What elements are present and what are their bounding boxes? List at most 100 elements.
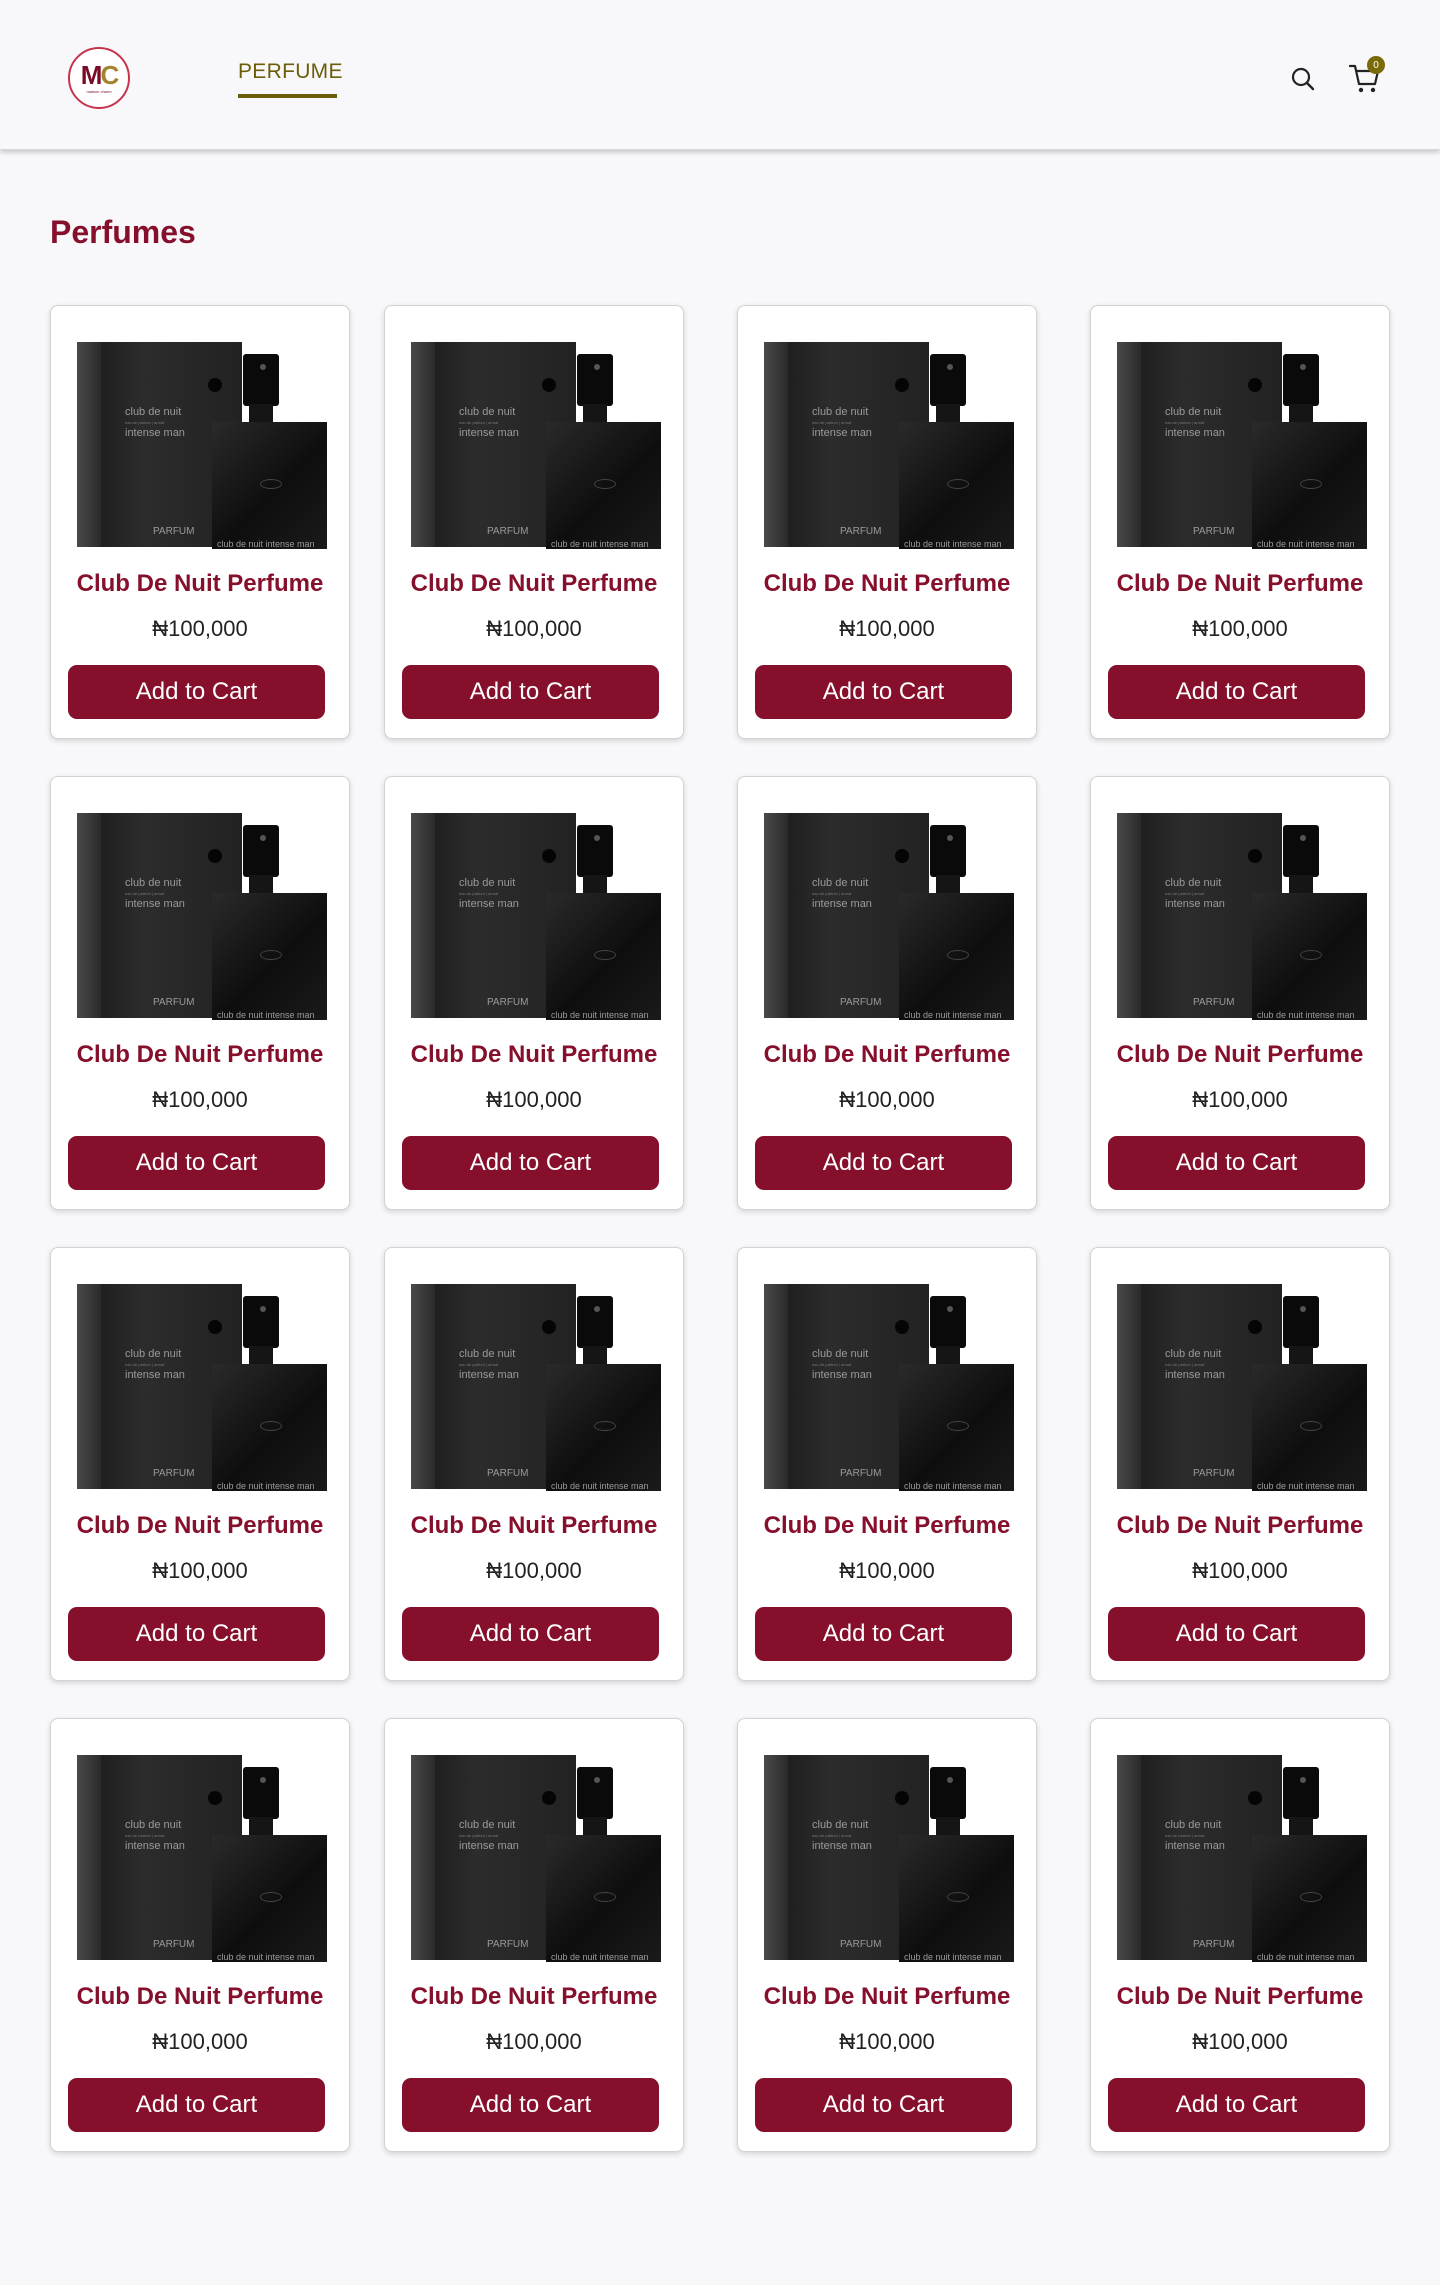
product-card[interactable]: club de nuit eau de parfum | armaf intense… [384,1718,684,2152]
add-to-cart-button[interactable]: Add to Cart [68,1136,325,1190]
product-cap-dot [260,835,266,841]
search-button[interactable] [1288,64,1318,94]
product-name[interactable]: Club De Nuit Perfume [1091,1041,1389,1069]
product-image[interactable]: club de nuit eau de parfum | armaf intense… [762,813,1014,1020]
add-to-cart-button[interactable]: Add to Cart [402,2078,659,2132]
add-to-cart-button[interactable]: Add to Cart [1108,1136,1365,1190]
product-card[interactable]: club de nuit eau de parfum | armaf intense… [50,776,350,1210]
product-card[interactable]: club de nuit eau de parfum | armaf intense… [50,305,350,739]
product-card[interactable]: club de nuit eau de parfum | armaf intense… [384,776,684,1210]
product-box-parfum: PARFUM [487,997,529,1008]
product-bottle-label: club de nuit intense man [904,1952,1002,1962]
product-card[interactable]: club de nuit eau de parfum | armaf intense… [50,1247,350,1681]
add-to-cart-button[interactable]: Add to Cart [402,1607,659,1661]
product-card[interactable]: club de nuit eau de parfum | armaf intense… [384,305,684,739]
product-card[interactable]: club de nuit eau de parfum | armaf intense… [737,1247,1037,1681]
product-name[interactable]: Club De Nuit Perfume [385,1983,683,2011]
product-bottle-label: club de nuit intense man [1257,1481,1355,1491]
product-box-edge [764,342,788,547]
product-price: ₦100,000 [486,1558,582,1583]
product-name[interactable]: Club De Nuit Perfume [51,1983,349,2011]
product-card[interactable]: club de nuit eau de parfum | armaf intense… [1090,1247,1390,1681]
add-to-cart-button[interactable]: Add to Cart [68,1607,325,1661]
add-to-cart-button[interactable]: Add to Cart [68,2078,325,2132]
product-bottle-neck [249,404,273,424]
product-name[interactable]: Club De Nuit Perfume [385,570,683,598]
product-box-variant: intense man [125,1840,185,1852]
product-card[interactable]: club de nuit eau de parfum | armaf intense… [737,1718,1037,2152]
product-image[interactable]: club de nuit eau de parfum | armaf intense… [409,1755,661,1962]
product-image[interactable]: club de nuit eau de parfum | armaf intense… [762,1755,1014,1962]
product-box-brand: club de nuit [812,406,869,418]
product-box-brand: club de nuit [125,877,182,889]
logo[interactable]: MC maison charm [68,47,130,109]
product-box-parfum: PARFUM [840,1468,882,1479]
add-to-cart-button[interactable]: Add to Cart [755,1607,1012,1661]
product-image[interactable]: club de nuit eau de parfum | armaf intense… [409,342,661,549]
product-box-brand: club de nuit [125,406,182,418]
product-bottle-cap [1283,1296,1319,1348]
product-bottle-cap [577,354,613,406]
product-card[interactable]: club de nuit eau de parfum | armaf intense… [737,776,1037,1210]
product-card[interactable]: club de nuit eau de parfum | armaf intense… [1090,305,1390,739]
product-image[interactable]: club de nuit eau de parfum | armaf intense… [409,813,661,1020]
product-cap-dot [1300,835,1306,841]
product-bottle-label: club de nuit intense man [904,539,1002,549]
product-card[interactable]: club de nuit eau de parfum | armaf intense… [737,305,1037,739]
add-to-cart-button[interactable]: Add to Cart [402,665,659,719]
add-to-cart-button[interactable]: Add to Cart [68,665,325,719]
product-name[interactable]: Club De Nuit Perfume [51,1041,349,1069]
product-image[interactable]: club de nuit eau de parfum | armaf intense… [1115,813,1367,1020]
product-name[interactable]: Club De Nuit Perfume [1091,1512,1389,1540]
product-image[interactable]: club de nuit eau de parfum | armaf intense… [762,342,1014,549]
product-bottle-neck [249,875,273,895]
product-image[interactable]: club de nuit eau de parfum | armaf intense… [1115,342,1367,549]
product-image[interactable]: club de nuit eau de parfum | armaf intense… [75,1755,327,1962]
product-box-emblem [895,378,909,392]
product-image[interactable]: club de nuit eau de parfum | armaf intense… [1115,1284,1367,1491]
product-name[interactable]: Club De Nuit Perfume [738,1512,1036,1540]
product-image[interactable]: club de nuit eau de parfum | armaf intense… [409,1284,661,1491]
product-card[interactable]: club de nuit eau de parfum | armaf intense… [1090,1718,1390,2152]
product-bottle-cap [1283,354,1319,406]
add-to-cart-button[interactable]: Add to Cart [755,1136,1012,1190]
product-card[interactable]: club de nuit eau de parfum | armaf intense… [50,1718,350,2152]
product-name[interactable]: Club De Nuit Perfume [1091,570,1389,598]
product-box-variant: intense man [1165,427,1225,439]
product-box-small-text: eau de parfum | armaf [1165,420,1205,425]
product-name[interactable]: Club De Nuit Perfume [738,1983,1036,2011]
add-to-cart-button[interactable]: Add to Cart [1108,1607,1365,1661]
product-bottle-label: club de nuit intense man [551,1952,649,1962]
product-bottle-badge [947,1892,969,1902]
product-bottle-label: club de nuit intense man [551,539,649,549]
product-box-edge [1117,1284,1141,1489]
add-to-cart-button[interactable]: Add to Cart [755,665,1012,719]
product-name[interactable]: Club De Nuit Perfume [51,1512,349,1540]
add-to-cart-button[interactable]: Add to Cart [1108,2078,1365,2132]
product-box-emblem [542,378,556,392]
product-bottle-neck [936,404,960,424]
product-bottle-neck [1289,875,1313,895]
product-image[interactable]: club de nuit eau de parfum | armaf intense… [1115,1755,1367,1962]
nav-link-perfume[interactable]: PERFUME [238,60,343,84]
product-name[interactable]: Club De Nuit Perfume [385,1512,683,1540]
product-box-parfum: PARFUM [153,1468,195,1479]
add-to-cart-button[interactable]: Add to Cart [402,1136,659,1190]
product-image[interactable]: club de nuit eau de parfum | armaf intense… [75,813,327,1020]
product-image[interactable]: club de nuit eau de parfum | armaf intense… [75,1284,327,1491]
product-card[interactable]: club de nuit eau de parfum | armaf intense… [384,1247,684,1681]
add-to-cart-button[interactable]: Add to Cart [755,2078,1012,2132]
add-to-cart-button[interactable]: Add to Cart [1108,665,1365,719]
product-bottle-cap [577,1296,613,1348]
product-card[interactable]: club de nuit eau de parfum | armaf intense… [1090,776,1390,1210]
product-price: ₦100,000 [839,1558,935,1583]
product-name[interactable]: Club De Nuit Perfume [1091,1983,1389,2011]
product-box-small-text: eau de parfum | armaf [459,1362,499,1367]
cart-count-badge: 0 [1367,56,1385,74]
product-name[interactable]: Club De Nuit Perfume [738,570,1036,598]
product-name[interactable]: Club De Nuit Perfume [51,570,349,598]
product-image[interactable]: club de nuit eau de parfum | armaf intense… [75,342,327,549]
product-name[interactable]: Club De Nuit Perfume [385,1041,683,1069]
product-name[interactable]: Club De Nuit Perfume [738,1041,1036,1069]
product-image[interactable]: club de nuit eau de parfum | armaf intense… [762,1284,1014,1491]
